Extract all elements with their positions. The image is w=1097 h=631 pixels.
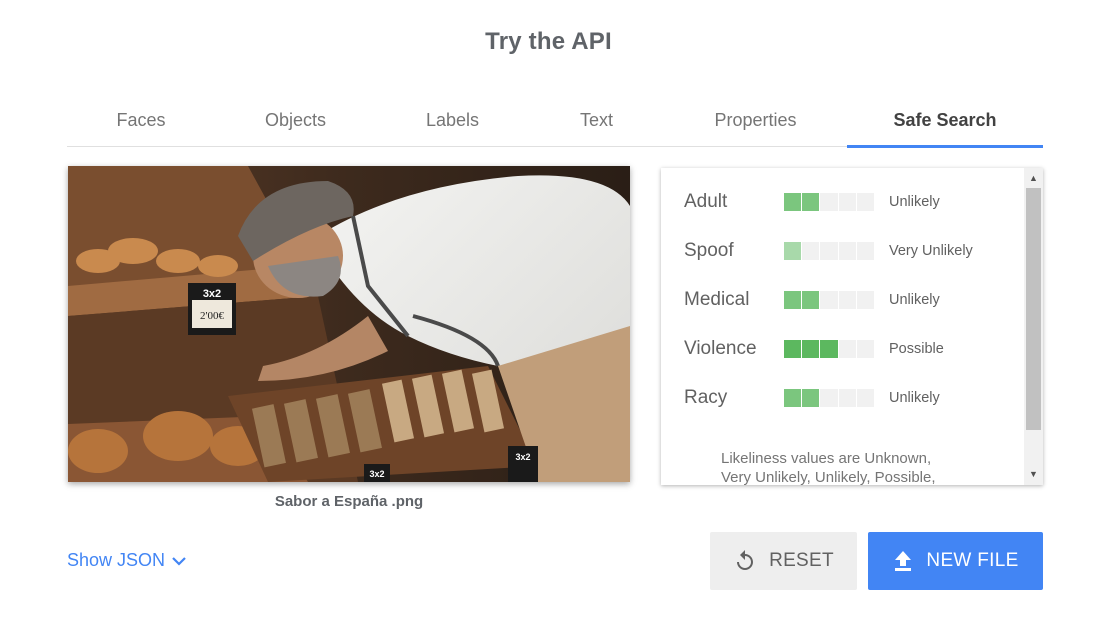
meter-segment-empty xyxy=(802,242,820,260)
scroll-up-icon[interactable]: ▲ xyxy=(1024,170,1043,187)
page-title: Try the API xyxy=(485,28,612,55)
meter-segment-empty xyxy=(856,340,875,358)
chevron-down-icon xyxy=(172,556,186,566)
tab-text[interactable]: Text xyxy=(529,94,664,146)
sign-text-mid: 3x2 xyxy=(369,469,384,479)
meter-segment-filled xyxy=(784,340,802,358)
safe-search-panel: Adult Unlikely Spoof Very Unlikely Medical Un… xyxy=(661,168,1043,485)
likelihood-meter xyxy=(784,389,875,407)
meter-segment-filled xyxy=(802,291,820,309)
meter-segment-empty xyxy=(838,389,856,407)
likeliness-note-line2: Very Unlikely, Unlikely, Possible, xyxy=(721,469,936,485)
photo-illustration: 3x2 2'00€ 3x2 3x2 xyxy=(68,166,630,482)
show-json-toggle[interactable]: Show JSON xyxy=(67,550,187,571)
likelihood-label: Very Unlikely xyxy=(889,243,973,259)
analyzed-photo: 3x2 2'00€ 3x2 3x2 xyxy=(68,166,630,482)
tab-bar: Faces Objects Labels Text Properties Saf… xyxy=(67,94,1043,148)
sign-text: 3x2 xyxy=(203,288,221,300)
tab-safe-search[interactable]: Safe Search xyxy=(847,94,1043,148)
tab-faces[interactable]: Faces xyxy=(67,94,215,146)
likelihood-meter xyxy=(784,242,875,260)
category-label: Medical xyxy=(684,289,750,310)
likelihood-label: Unlikely xyxy=(889,194,940,210)
safe-search-row-spoof: Spoof Very Unlikely xyxy=(684,237,973,265)
meter-segment-empty xyxy=(856,291,875,309)
panel-scrollbar[interactable]: ▲ ▼ xyxy=(1024,168,1043,485)
safe-search-row-racy: Racy Unlikely xyxy=(684,384,940,412)
refresh-icon xyxy=(737,550,754,570)
meter-segment-empty xyxy=(820,242,838,260)
tab-objects[interactable]: Objects xyxy=(215,94,376,146)
meter-segment-empty xyxy=(856,242,875,260)
meter-segment-filled xyxy=(784,291,802,309)
category-label: Adult xyxy=(684,191,728,212)
tab-properties[interactable]: Properties xyxy=(664,94,847,146)
reset-button[interactable]: RESET xyxy=(710,532,857,590)
upload-icon xyxy=(895,551,912,571)
price-sign: 3x2 2'00€ xyxy=(188,283,236,335)
meter-segment-filled xyxy=(802,193,820,211)
meter-segment-filled xyxy=(784,242,802,260)
meter-segment-filled xyxy=(784,389,802,407)
tab-labels[interactable]: Labels xyxy=(376,94,529,146)
meter-segment-empty xyxy=(838,291,856,309)
meter-segment-filled xyxy=(820,340,838,358)
meter-segment-filled xyxy=(784,193,802,211)
likelihood-label: Unlikely xyxy=(889,292,940,308)
category-label: Spoof xyxy=(684,240,734,261)
price-sign-bottom: 3x2 xyxy=(508,446,538,482)
safe-search-row-violence: Violence Possible xyxy=(684,335,944,363)
meter-segment-empty xyxy=(838,340,856,358)
meter-segment-empty xyxy=(838,193,856,211)
likelihood-label: Possible xyxy=(889,341,944,357)
likeliness-note: Likeliness values are Unknown, Very Unli… xyxy=(721,449,981,485)
category-label: Violence xyxy=(684,338,757,359)
likeliness-note-line1: Likeliness values are Unknown, xyxy=(721,450,932,467)
meter-segment-filled xyxy=(802,340,820,358)
likelihood-meter xyxy=(784,193,875,211)
scroll-down-icon[interactable]: ▼ xyxy=(1024,466,1043,483)
image-caption: Sabor a España .png xyxy=(274,493,424,510)
likelihood-meter xyxy=(784,291,875,309)
show-json-label: Show JSON xyxy=(67,550,166,570)
meter-segment-empty xyxy=(838,242,856,260)
sign-text-bottom: 3x2 xyxy=(515,452,530,462)
price-text: 2'00€ xyxy=(200,310,224,322)
meter-segment-empty xyxy=(856,389,875,407)
new-file-button[interactable]: NEW FILE xyxy=(868,532,1043,590)
likelihood-label: Unlikely xyxy=(889,390,940,406)
new-file-label: NEW FILE xyxy=(926,550,1019,571)
meter-segment-empty xyxy=(820,389,838,407)
scroll-thumb[interactable] xyxy=(1026,188,1041,430)
safe-search-row-medical: Medical Unlikely xyxy=(684,286,940,314)
meter-segment-empty xyxy=(820,193,838,211)
category-label: Racy xyxy=(684,387,728,408)
meter-segment-empty xyxy=(820,291,838,309)
meter-segment-empty xyxy=(856,193,875,211)
price-sign-mid: 3x2 xyxy=(364,464,390,482)
reset-label: RESET xyxy=(769,550,834,571)
safe-search-row-adult: Adult Unlikely xyxy=(684,188,940,216)
meter-segment-filled xyxy=(802,389,820,407)
likelihood-meter xyxy=(784,340,875,358)
